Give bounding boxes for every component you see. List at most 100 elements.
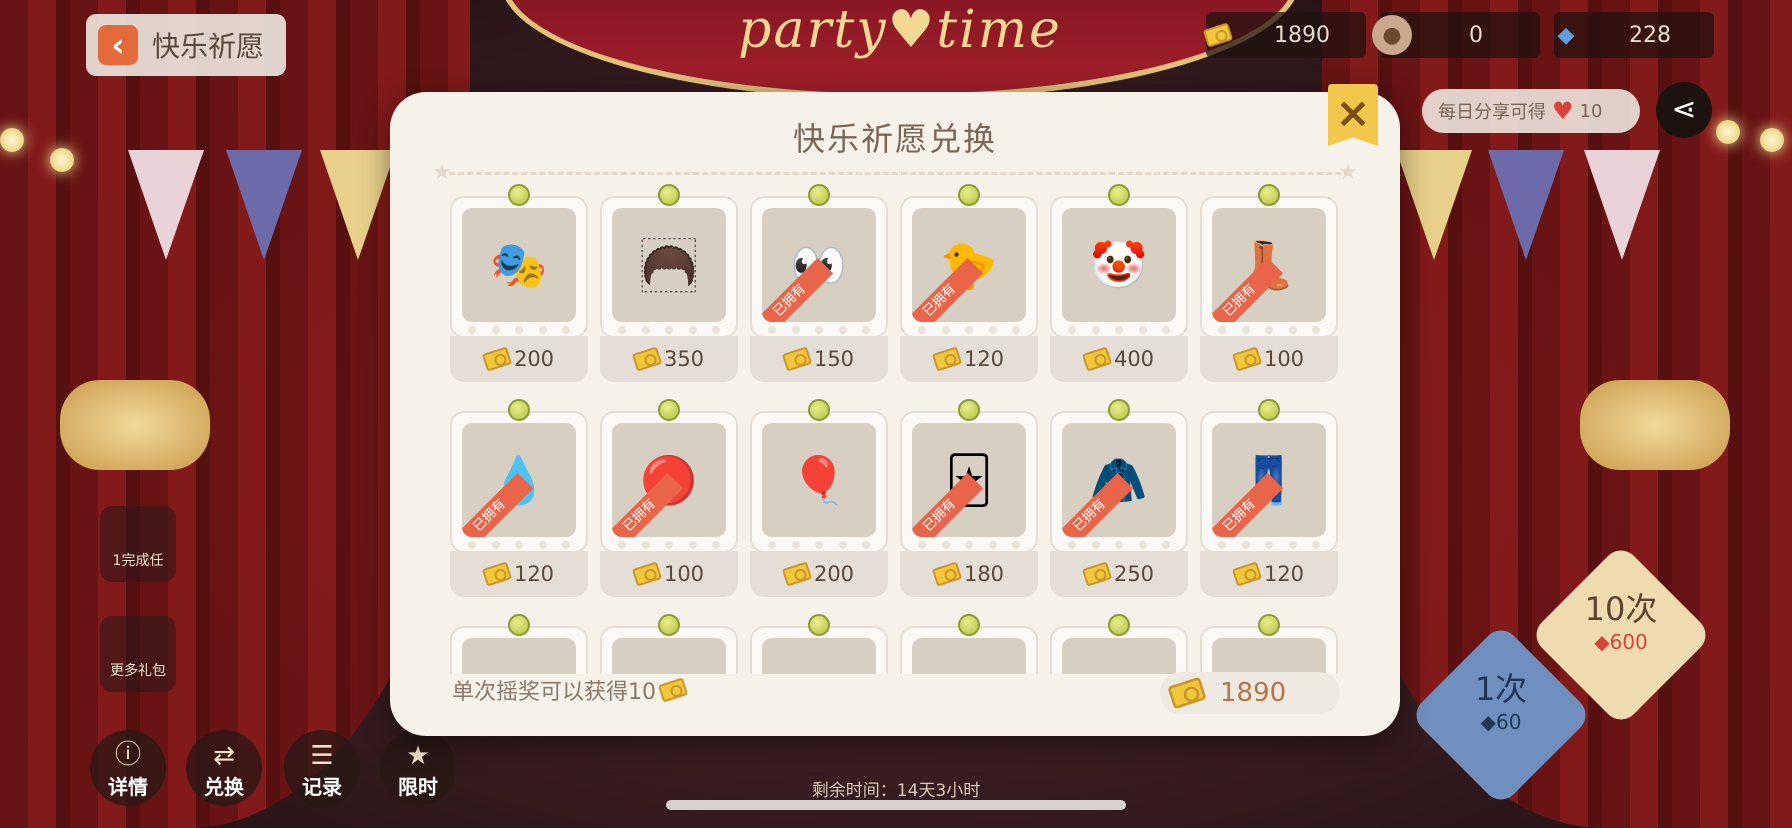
balance-value: 1890 [1220,678,1287,708]
ticket-perforation [468,326,570,336]
home-indicator[interactable] [666,800,1126,810]
curly-hair-icon: 🦱 [612,208,726,322]
tool-exchange[interactable]: ⇄ 兑换 [186,730,262,806]
owned-tag: 已拥有 [762,257,834,322]
exchange-item-card[interactable]: 👖已拥有 120 [1200,399,1338,597]
price-value: 350 [663,347,705,371]
price-value: 400 [1113,347,1155,371]
tool-details[interactable]: ⓘ 详情 [90,730,166,806]
ticket-icon [631,561,663,587]
owned-tag: 已拥有 [462,472,534,537]
pin-icon [1108,184,1130,206]
exchange-item-card[interactable]: 🦱 350 [600,184,738,382]
ticket-balance: 1890 [1160,672,1340,714]
tool-label: 限时 [398,775,438,799]
jester-hat-icon: 🎭 [462,208,576,322]
back-button[interactable]: ‹ 快乐祈愿 [86,14,286,76]
task-label: 1完成任 [112,553,164,569]
item-price: 350 [600,336,738,382]
owned-tag: 已拥有 [1212,257,1284,322]
task-card[interactable]: 1完成任 [100,506,176,582]
pin-icon [1258,399,1280,421]
face-paint-icon: 💧已拥有 [462,423,576,537]
curtain-bow [60,380,210,470]
pennant-flag [226,150,302,260]
draw-cost: ◆600 [1594,630,1648,654]
pin-icon [658,399,680,421]
exchange-item-card[interactable]: 👢已拥有 100 [1200,184,1338,382]
exchange-item-card[interactable] [750,614,888,674]
coin-icon: ● [1372,15,1412,55]
ticket-perforation [918,541,1020,551]
pants-icon: 👖已拥有 [1212,423,1326,537]
pin-icon [958,184,980,206]
tool-limited[interactable]: ★ 限时 [380,730,456,806]
ticket-perforation [1068,541,1170,551]
pin-icon [508,184,530,206]
pennant-flag [1396,150,1472,260]
star-icon: ★ [1338,160,1358,185]
price-value: 200 [513,347,555,371]
item-price: 120 [900,336,1038,382]
ticket-icon [481,561,513,587]
owned-tag: 已拥有 [1062,472,1134,537]
ticket-icon [931,561,963,587]
tool-record[interactable]: ☰ 记录 [284,730,360,806]
boots-icon: 👢已拥有 [1212,208,1326,322]
light-bulb [50,148,74,172]
eyes-icon: 👀已拥有 [762,208,876,322]
item-price: 200 [450,336,588,382]
pin-icon [658,614,680,636]
pennant-flag [320,150,396,260]
info-icon: ⓘ [114,740,141,770]
exchange-item-card[interactable]: 🤡 400 [1050,184,1188,382]
exchange-item-card[interactable]: 🎈 200 [750,399,888,597]
exchange-item-card[interactable]: 👀已拥有 150 [750,184,888,382]
item-price: 120 [450,551,588,597]
owned-tag: 已拥有 [612,472,684,537]
costume-top-icon: 🤡 [1062,208,1176,322]
item-grid: 🎭 200 🦱 350 👀已拥有 150 🐤已拥有 120 🤡 400 👢已拥有 100 💧已拥有 120… [450,184,1350,674]
pennant-flag [128,150,204,260]
gift-pack-card[interactable]: 更多礼包 [100,616,176,692]
ticket-icon [781,561,813,587]
share-amount: 10 [1579,100,1603,122]
ticket-icon [1231,561,1263,587]
title-divider [440,172,1350,175]
exchange-item-card[interactable]: 🔴已拥有 100 [600,399,738,597]
exchange-item-card[interactable]: 🐤已拥有 120 [900,184,1038,382]
ticket-perforation [768,326,870,336]
pin-icon [808,399,830,421]
pin-icon [808,614,830,636]
currency-coins: ● 0 [1372,12,1540,58]
item-price: 200 [750,551,888,597]
ticket-icon [1198,15,1238,55]
pennant-flag [1584,150,1660,260]
currency-value: 1890 [1274,22,1330,48]
gift-pack-label: 更多礼包 [110,663,166,679]
balloon-wand-icon: 🎈 [762,423,876,537]
exchange-item-card[interactable] [900,614,1038,674]
exchange-item-card[interactable]: 💧已拥有 120 [450,399,588,597]
ticket-icon [1167,676,1207,710]
close-icon[interactable]: × [1328,84,1378,146]
share-icon[interactable]: ⋖ [1656,82,1712,138]
exchange-icon: ⇄ [213,741,235,771]
pin-icon [958,614,980,636]
item-icon [1062,638,1176,674]
exchange-item-card[interactable]: 🃏已拥有 180 [900,399,1038,597]
currency-tickets: 1890 [1202,12,1366,58]
modal-title: 快乐祈愿兑换 [792,120,997,158]
playing-cards-icon: 🃏已拥有 [912,423,1026,537]
light-bulb [1716,120,1740,144]
exchange-item-card[interactable]: 🎭 200 [450,184,588,382]
item-icon [762,638,876,674]
exchange-item-card[interactable]: 🧥已拥有 250 [1050,399,1188,597]
banner-title: party♥time [738,0,1062,60]
daily-share-pill[interactable]: 每日分享可得 ♥ 10 [1422,89,1640,133]
tool-label: 兑换 [204,775,244,799]
ticket-perforation [1068,326,1170,336]
currency-value: 0 [1469,22,1483,48]
item-price: 250 [1050,551,1188,597]
heart-icon: ♥ [1552,97,1574,125]
